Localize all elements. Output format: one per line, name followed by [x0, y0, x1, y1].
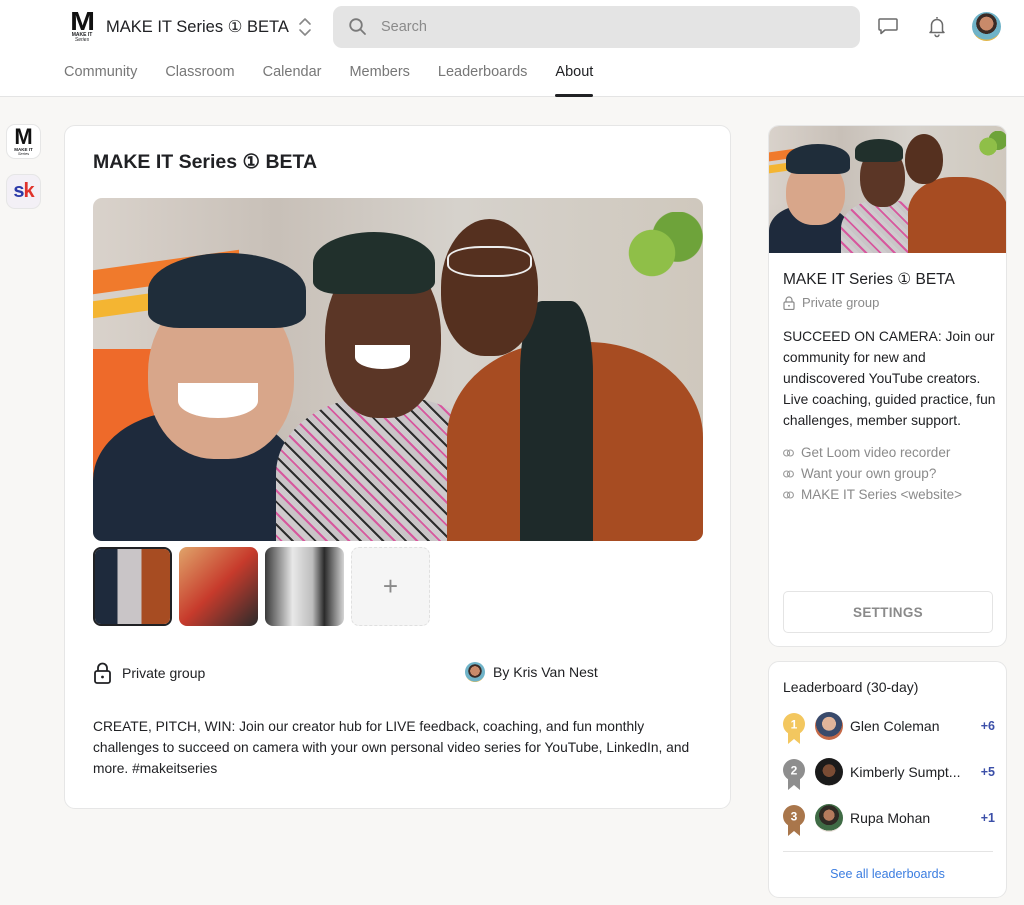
hero-image[interactable]: [93, 198, 703, 541]
rail-group-sk[interactable]: sk: [6, 174, 41, 209]
group-summary-card: MAKE IT Series ① BETA Private group SUCC…: [768, 125, 1007, 647]
summary-privacy: Private group: [783, 295, 879, 310]
tab-about[interactable]: About: [555, 62, 593, 97]
link-label: Get Loom video recorder: [801, 445, 951, 460]
member-avatar: [815, 712, 843, 740]
rank-number: 3: [791, 810, 798, 824]
logo-line2: Series: [74, 37, 90, 43]
rail-logo-letter: M: [14, 124, 33, 149]
top-header: M MAKE IT Series MAKE IT Series ① BETA C…: [0, 0, 1024, 97]
about-description: CREATE, PITCH, WIN: Join our creator hub…: [93, 719, 690, 776]
user-avatar[interactable]: [972, 12, 1001, 41]
gold-medal-icon: 1: [783, 713, 805, 744]
member-name: Glen Coleman: [850, 718, 940, 734]
member-points: +6: [980, 719, 995, 733]
rail-group-make-it[interactable]: M MAKE IT Series: [6, 124, 41, 159]
member-points: +5: [980, 765, 995, 779]
chevron-updown-icon[interactable]: [296, 16, 314, 38]
cover-image: [769, 126, 1006, 253]
link-loom[interactable]: Get Loom video recorder: [783, 442, 962, 463]
rail-sk-k: k: [23, 180, 35, 202]
privacy-label: Private group: [122, 665, 206, 681]
member-points: +1: [980, 811, 995, 825]
nav-tabs: Community Classroom Calendar Members Lea…: [64, 62, 593, 97]
logo-letter: M: [70, 6, 95, 36]
search-input[interactable]: [381, 6, 841, 48]
tab-calendar[interactable]: Calendar: [263, 62, 322, 97]
rail-logo-line2: Series: [17, 151, 30, 156]
owner-avatar: [465, 662, 485, 682]
group-photo: [93, 198, 703, 541]
link-icon: [783, 448, 794, 457]
see-all-leaderboards-link[interactable]: See all leaderboards: [769, 867, 1006, 881]
lock-icon: [783, 295, 795, 310]
leaderboard-row[interactable]: 2 Kimberly Sumpt... +5: [783, 757, 995, 790]
link-icon: [783, 469, 794, 478]
lock-icon: [94, 662, 111, 684]
tab-classroom[interactable]: Classroom: [165, 62, 234, 97]
member-avatar: [815, 758, 843, 786]
member-name: Kimberly Sumpt...: [850, 764, 961, 780]
rank-number: 1: [791, 718, 798, 732]
link-label: MAKE IT Series <website>: [801, 487, 963, 502]
thumbnail-1[interactable]: [93, 547, 172, 626]
member-avatar: [815, 804, 843, 832]
leaderboard-card: Leaderboard (30-day) 1 Glen Coleman +6 2…: [768, 661, 1007, 898]
links-list: Get Loom video recorder Want your own gr…: [783, 442, 962, 505]
divider: [783, 851, 993, 852]
member-name: Rupa Mohan: [850, 810, 931, 826]
link-own-group[interactable]: Want your own group?: [783, 463, 962, 484]
leaderboard-row[interactable]: 3 Rupa Mohan +1: [783, 803, 995, 836]
rank-number: 2: [791, 764, 798, 778]
silver-medal-icon: 2: [783, 759, 805, 790]
link-website[interactable]: MAKE IT Series <website>: [783, 484, 962, 505]
group-logo[interactable]: M MAKE IT Series: [68, 6, 96, 43]
chat-icon[interactable]: [876, 14, 900, 38]
thumbnail-2[interactable]: [179, 547, 258, 626]
privacy-info: Private group: [93, 662, 205, 684]
bell-icon[interactable]: [925, 14, 949, 38]
settings-button[interactable]: SETTINGS: [783, 591, 993, 633]
tab-community[interactable]: Community: [64, 62, 137, 97]
thumbnail-strip: +: [93, 547, 430, 626]
summary-privacy-label: Private group: [802, 295, 880, 310]
link-label: Want your own group?: [801, 466, 937, 481]
leaderboard-title: Leaderboard (30-day): [783, 679, 919, 695]
tab-members[interactable]: Members: [349, 62, 409, 97]
group-title[interactable]: MAKE IT Series ① BETA: [106, 17, 289, 37]
tab-leaderboards[interactable]: Leaderboards: [438, 62, 528, 97]
owner-info[interactable]: By Kris Van Nest: [465, 662, 598, 682]
add-media-button[interactable]: +: [351, 547, 430, 626]
search-icon: [349, 18, 366, 35]
link-icon: [783, 490, 794, 499]
about-card: MAKE IT Series ① BETA + Private group By…: [64, 125, 731, 809]
summary-title: MAKE IT Series ① BETA: [783, 271, 955, 288]
summary-description: SUCCEED ON CAMERA: Join our community fo…: [783, 329, 996, 428]
owner-label: By Kris Van Nest: [493, 664, 598, 680]
thumbnail-3[interactable]: [265, 547, 344, 626]
bronze-medal-icon: 3: [783, 805, 805, 836]
about-title: MAKE IT Series ① BETA: [93, 151, 318, 173]
leaderboard-row[interactable]: 1 Glen Coleman +6: [783, 711, 995, 744]
search-bar[interactable]: [333, 6, 860, 48]
rail-sk-s: s: [13, 180, 24, 202]
